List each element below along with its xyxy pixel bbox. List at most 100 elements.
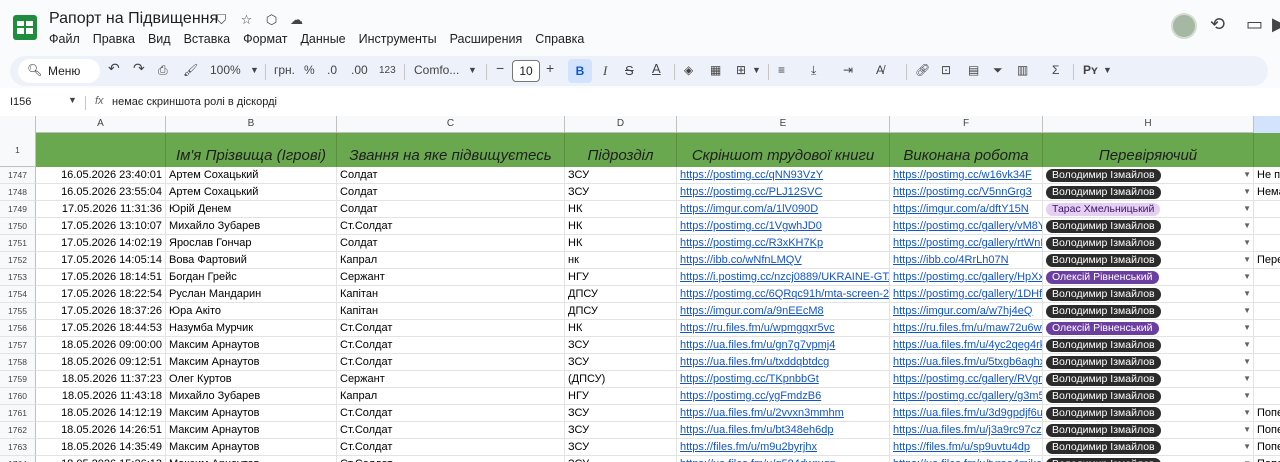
cell-extra[interactable] — [1254, 388, 1280, 405]
insert-link-icon[interactable]: 🔗︎ — [915, 63, 930, 77]
cell-date[interactable]: 17.05.2026 18:14:51 — [36, 269, 166, 286]
cell-rank[interactable]: Ст.Солдат — [337, 337, 565, 354]
cell-screenshot-link[interactable]: https://postimg.cc/PLJ12SVC — [677, 184, 890, 201]
italic-button[interactable]: I — [603, 63, 607, 79]
merge-cells-icon[interactable]: ⊞ — [736, 63, 746, 77]
cell-unit[interactable]: ЗСУ — [565, 422, 677, 439]
menu-help[interactable]: Справка — [535, 32, 584, 46]
cell-rank[interactable]: Ст.Солдат — [337, 422, 565, 439]
dropdown-arrow-icon[interactable]: ▼ — [1243, 405, 1251, 421]
cell-rank[interactable]: Капітан — [337, 303, 565, 320]
chevron-down-icon[interactable]: ▼ — [68, 95, 77, 105]
header-cell-reviewer[interactable]: Перевіряючий — [1043, 133, 1254, 167]
header-cell-name[interactable]: Ім'я Прізвища (Ігрові) — [166, 133, 337, 167]
dropdown-arrow-icon[interactable]: ▼ — [1243, 439, 1251, 455]
select-all-corner[interactable] — [0, 116, 36, 133]
cell-extra[interactable]: Нема — [1254, 184, 1280, 201]
cell-screenshot-link[interactable]: https://postimg.cc/1VgwhJD0 — [677, 218, 890, 235]
column-header-d[interactable]: D — [565, 116, 677, 133]
cell-rank[interactable]: Сержант — [337, 269, 565, 286]
currency-format-button[interactable]: грн. — [274, 63, 295, 77]
cell-extra[interactable] — [1254, 303, 1280, 320]
cell-date[interactable]: 16.05.2026 23:55:04 — [36, 184, 166, 201]
cell-work-link[interactable]: https://postimg.cc/gallery/HpXx7 — [890, 269, 1043, 286]
reviewer-chip[interactable]: Володимир Ізмайлов — [1046, 390, 1161, 403]
cell-name[interactable]: Юрій Денем — [166, 201, 337, 218]
cell-extra[interactable] — [1254, 218, 1280, 235]
row-number[interactable]: 1753 — [0, 269, 36, 286]
dropdown-arrow-icon[interactable]: ▼ — [1243, 337, 1251, 353]
cell-extra[interactable]: Попе — [1254, 456, 1280, 462]
cell-reviewer[interactable]: Володимир Ізмайлов ▼ — [1043, 303, 1254, 320]
cell-reviewer[interactable]: Володимир Ізмайлов ▼ — [1043, 252, 1254, 269]
star-icon[interactable]: ☆ — [238, 12, 255, 28]
cell-name[interactable]: Максим Арнаутов — [166, 422, 337, 439]
reviewer-chip[interactable]: Володимир Ізмайлов — [1046, 288, 1161, 301]
cell-work-link[interactable]: https://postimg.cc/gallery/RVgr0 — [890, 371, 1043, 388]
redo-icon[interactable]: ↷ — [133, 60, 145, 77]
reviewer-chip[interactable]: Володимир Ізмайлов — [1046, 424, 1161, 437]
cell-reviewer[interactable]: Олексій Рівненський ▼ — [1043, 320, 1254, 337]
cell-reviewer[interactable]: Володимир Ізмайлов ▼ — [1043, 167, 1254, 184]
dropdown-arrow-icon[interactable]: ▼ — [1243, 286, 1251, 302]
text-color-button[interactable]: A — [652, 61, 661, 76]
chevron-down-icon[interactable]: ▼ — [752, 65, 761, 75]
horizontal-align-icon[interactable]: ≡ — [778, 63, 785, 77]
cell-name[interactable]: Олег Куртов — [166, 371, 337, 388]
dropdown-arrow-icon[interactable]: ▼ — [1243, 456, 1251, 462]
cell-date[interactable]: 17.05.2026 18:37:26 — [36, 303, 166, 320]
row-number[interactable]: 1747 — [0, 167, 36, 184]
filter-icon[interactable]: ⏷ — [993, 63, 1003, 78]
cell-unit[interactable]: ДПСУ — [565, 286, 677, 303]
cell-extra[interactable] — [1254, 286, 1280, 303]
cell-name[interactable]: Максим Арнаутов — [166, 439, 337, 456]
cell-extra[interactable] — [1254, 320, 1280, 337]
cell-date[interactable]: 18.05.2026 15:26:13 — [36, 456, 166, 462]
cell-reviewer[interactable]: Володимир Ізмайлов ▼ — [1043, 422, 1254, 439]
cell-unit[interactable]: ЗСУ — [565, 337, 677, 354]
cell-screenshot-link[interactable]: https://ibb.co/wNfnLMQV — [677, 252, 890, 269]
cell-date[interactable]: 18.05.2026 14:26:51 — [36, 422, 166, 439]
cloud-status-icon[interactable]: ☁ — [288, 12, 305, 28]
cell-unit[interactable]: ЗСУ — [565, 354, 677, 371]
reviewer-chip[interactable]: Володимир Ізмайлов — [1046, 339, 1161, 352]
dropdown-arrow-icon[interactable]: ▼ — [1243, 303, 1251, 319]
print-icon[interactable]: ⎙ — [158, 63, 168, 78]
row-number[interactable]: 1749 — [0, 201, 36, 218]
row-number[interactable]: 1 — [0, 133, 36, 167]
cell-work-link[interactable]: https://postimg.cc/gallery/rtWnF — [890, 235, 1043, 252]
chevron-down-icon[interactable]: ▼ — [1103, 65, 1112, 75]
cell-screenshot-link[interactable]: https://imgur.com/a/9nEEcM8 — [677, 303, 890, 320]
cell-extra[interactable]: Попе — [1254, 422, 1280, 439]
cell-unit[interactable]: НК — [565, 235, 677, 252]
insert-comment-icon[interactable]: ⊡ — [941, 63, 951, 77]
row-number[interactable]: 1763 — [0, 439, 36, 456]
cell-date[interactable]: 18.05.2026 14:35:49 — [36, 439, 166, 456]
reviewer-chip[interactable]: Володимир Ізмайлов — [1046, 305, 1161, 318]
cell-work-link[interactable]: https://ibb.co/4RrLh07N — [890, 252, 1043, 269]
cell-rank[interactable]: Ст.Солдат — [337, 354, 565, 371]
cell-name[interactable]: Артем Сохацький — [166, 167, 337, 184]
cell-name[interactable]: Максим Арнаутов — [166, 337, 337, 354]
cell-rank[interactable]: Ст.Солдат — [337, 405, 565, 422]
row-number[interactable]: 1760 — [0, 388, 36, 405]
insert-chart-icon[interactable]: ▤ — [968, 63, 979, 77]
cell-date[interactable]: 18.05.2026 09:00:00 — [36, 337, 166, 354]
menu-file[interactable]: Файл — [49, 32, 80, 46]
cell-screenshot-link[interactable]: https://postimg.cc/qNN93VzY — [677, 167, 890, 184]
row-number[interactable]: 1750 — [0, 218, 36, 235]
dropdown-arrow-icon[interactable]: ▼ — [1243, 218, 1251, 234]
cell-date[interactable]: 17.05.2026 18:44:53 — [36, 320, 166, 337]
cell-work-link[interactable]: https://postimg.cc/gallery/1DHfM — [890, 286, 1043, 303]
cell-extra[interactable]: Не п — [1254, 167, 1280, 184]
cell-screenshot-link[interactable]: https://imgur.com/a/1lV090D — [677, 201, 890, 218]
row-number[interactable]: 1755 — [0, 303, 36, 320]
dropdown-arrow-icon[interactable]: ▼ — [1243, 167, 1251, 183]
cell-reviewer[interactable]: Володимир Ізмайлов ▼ — [1043, 405, 1254, 422]
cell-extra[interactable]: Попе — [1254, 405, 1280, 422]
cell-name[interactable]: Максим Арнаутов — [166, 405, 337, 422]
column-header-h[interactable]: H — [1043, 116, 1254, 133]
bold-button[interactable]: B — [568, 59, 592, 83]
menu-format[interactable]: Формат — [243, 32, 287, 46]
cell-screenshot-link[interactable]: https://postimg.cc/6QRqc91h/mta-screen-2… — [677, 286, 890, 303]
